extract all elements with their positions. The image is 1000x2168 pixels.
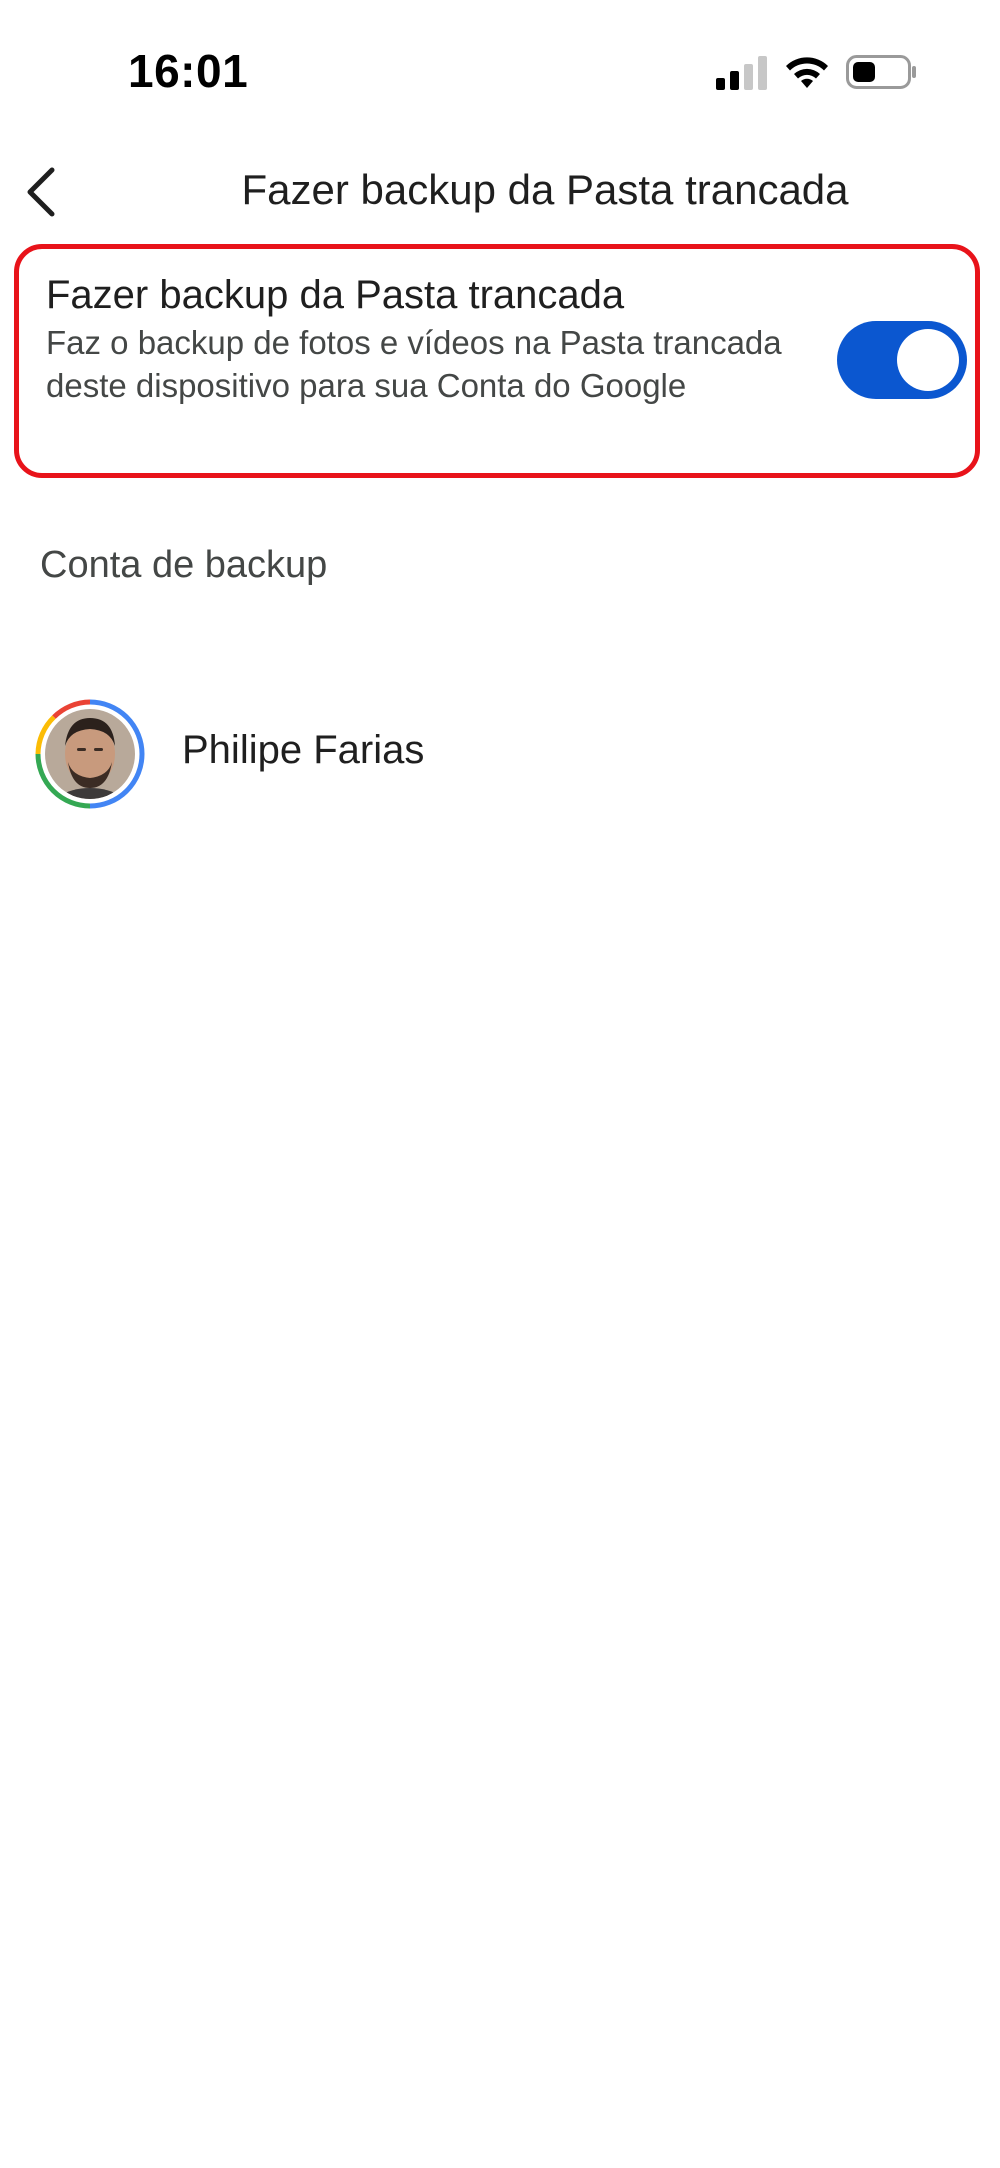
wifi-icon [786,57,828,88]
account-row[interactable]: Philipe Farias [0,690,1000,820]
page-title: Fazer backup da Pasta trancada [241,166,849,213]
avatar [35,699,145,809]
locked-folder-backup-setting[interactable]: Fazer backup da Pasta trancada Faz o bac… [14,244,980,478]
back-button[interactable] [10,160,74,224]
setting-title: Fazer backup da Pasta trancada [46,273,625,317]
status-time: 16:01 [128,45,249,97]
account-name: Philipe Farias [182,728,425,772]
section-label-backup-account: Conta de backup [40,544,328,586]
status-bar: 16:01 [0,0,1000,150]
battery-icon [846,55,916,89]
signal-icon [716,56,767,90]
app-header: Fazer backup da Pasta trancada [0,150,1000,234]
backup-toggle[interactable] [837,321,967,399]
chevron-left-icon [27,167,55,217]
setting-description: Faz o backup de fotos e vídeos na Pasta … [46,324,782,404]
toggle-knob [897,329,959,391]
